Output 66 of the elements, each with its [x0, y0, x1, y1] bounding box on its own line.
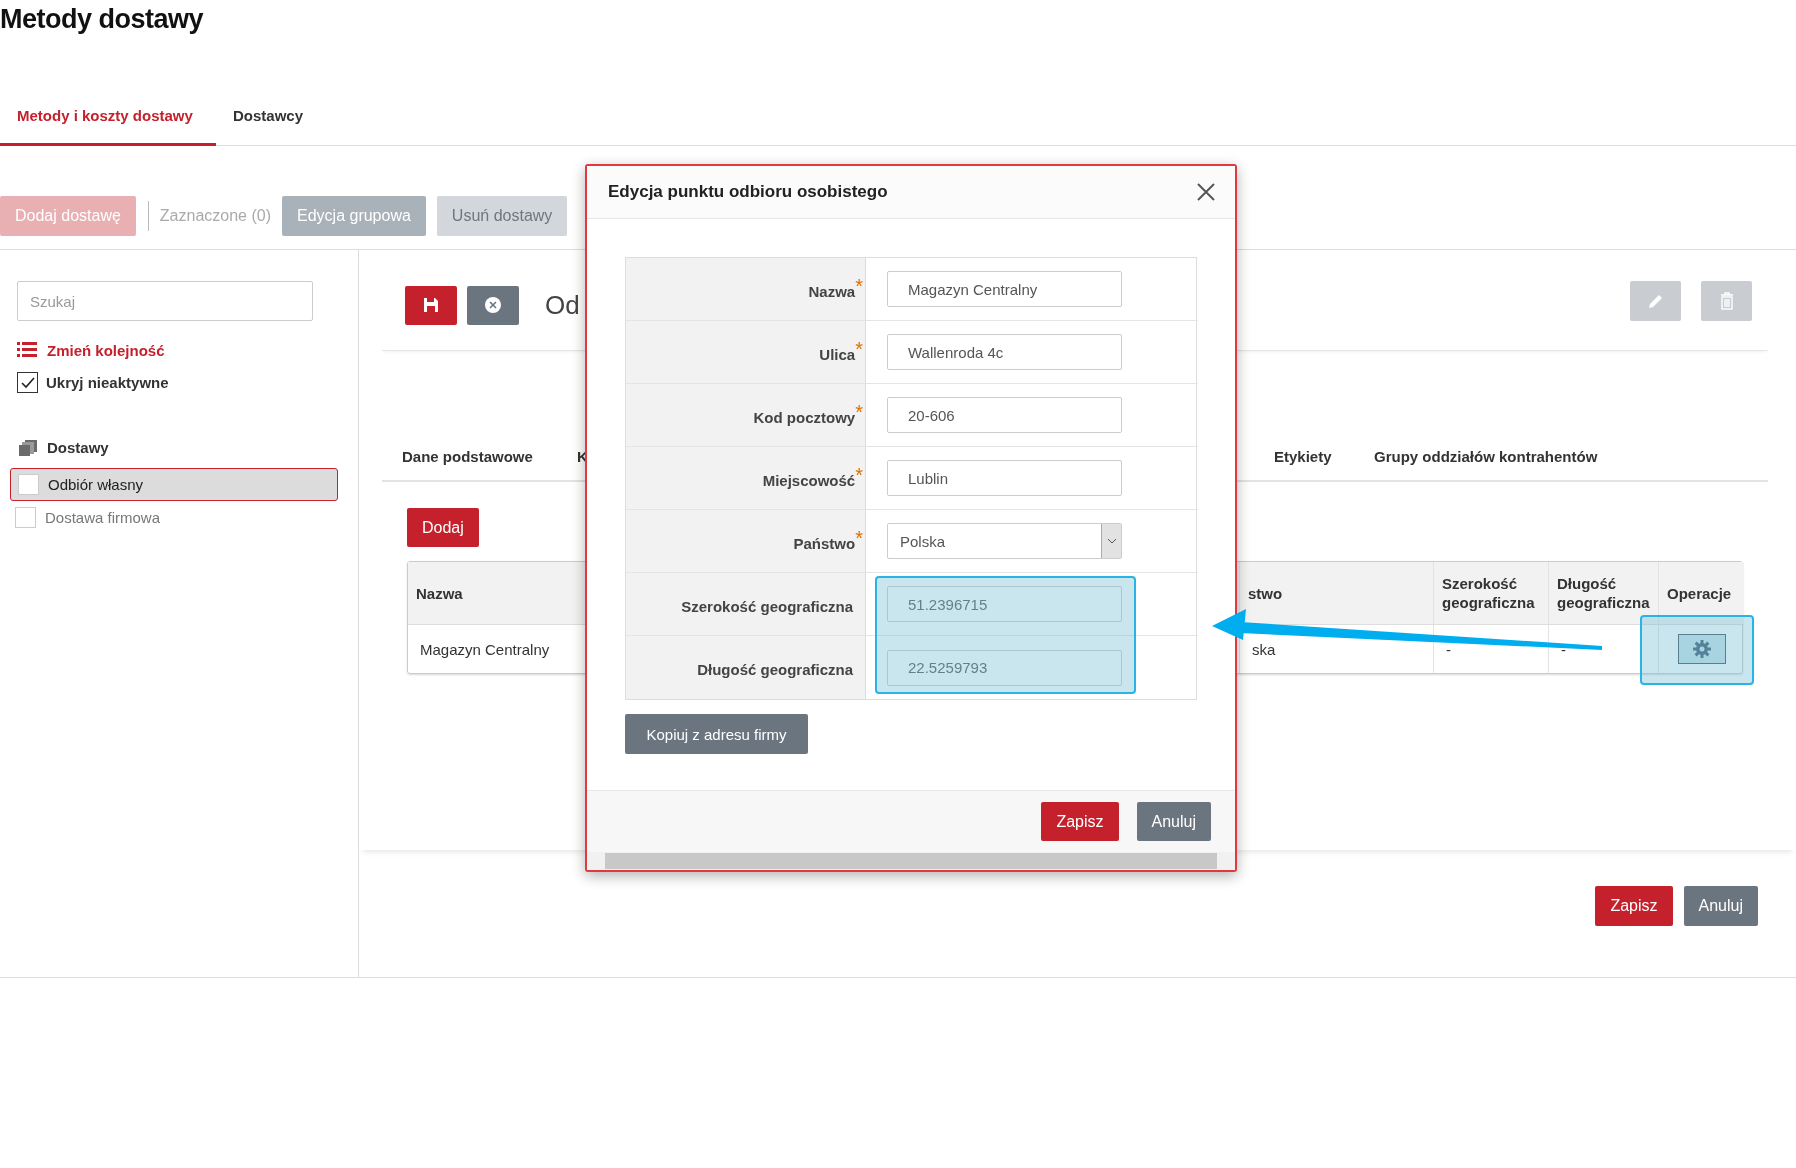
list-item[interactable]: Odbiór własny — [10, 468, 338, 501]
cancel-button[interactable]: Anuluj — [1136, 802, 1211, 841]
input-field[interactable]: Magazyn Centralny — [887, 271, 1122, 307]
checkbox-label: Ukryj nieaktywne — [46, 374, 169, 391]
required-mark: * — [855, 400, 863, 424]
scrollbar[interactable] — [587, 852, 1235, 870]
chevron-icon — [1106, 538, 1117, 544]
trash-icon — [1719, 292, 1734, 310]
check-icon — [19, 375, 36, 390]
floppy-icon — [424, 298, 438, 312]
boxes-icon — [19, 439, 37, 456]
table-cell: Magazyn Centralny — [420, 640, 550, 658]
list-item[interactable]: Dostawa firmowa — [10, 501, 338, 534]
field-label: Nazwa — [808, 282, 856, 300]
input-field[interactable]: Wallenroda 4c — [887, 334, 1122, 370]
field-label: Kod pocztowy — [753, 408, 856, 426]
field-label: Szerokość geograficzna — [681, 597, 853, 615]
table-cell: - — [1561, 640, 1566, 658]
list-icon — [17, 341, 37, 359]
save-button[interactable]: Zapisz — [1595, 886, 1673, 926]
pencil-icon — [1647, 293, 1664, 309]
required-mark: * — [855, 274, 863, 298]
column-header: Szerokość geograficzna — [1442, 574, 1536, 612]
page-title: Metody dostawy — [0, 3, 205, 34]
checkbox[interactable] — [17, 372, 38, 393]
required-mark: * — [855, 337, 863, 361]
content-title: Od — [545, 289, 580, 321]
field-label: Państwo — [793, 534, 856, 552]
table-cell: - — [1446, 640, 1451, 658]
required-mark: * — [855, 526, 863, 550]
gear-icon — [1692, 640, 1711, 658]
input-field[interactable]: 51.2396715 — [887, 586, 1122, 622]
required-mark: * — [855, 463, 863, 487]
field-label: Długość geograficzna — [697, 661, 853, 678]
column-header: stwo — [1248, 583, 1283, 603]
tab[interactable]: Metody i koszty dostawy — [0, 97, 216, 146]
country-dropdown[interactable]: Polska — [887, 523, 1122, 559]
field-label: Miejscowość — [762, 471, 856, 489]
copy-button[interactable]: Kopiuj z adresu firmy — [625, 714, 808, 754]
add-button[interactable]: Dodaj — [407, 508, 479, 547]
edit-button[interactable] — [1630, 281, 1681, 321]
input-field[interactable]: 20-606 — [887, 397, 1122, 433]
tab[interactable]: Etykiety — [1274, 448, 1332, 474]
tab[interactable]: Dane podstawowe — [402, 448, 533, 474]
table-cell: ska — [1252, 640, 1276, 658]
cancel-button[interactable]: Anuluj — [1683, 886, 1758, 926]
input-field[interactable]: Lublin — [887, 460, 1122, 496]
section-title: Dostawy — [47, 439, 109, 456]
field-label: Ulica — [819, 345, 856, 363]
close-button[interactable] — [1197, 183, 1215, 201]
save-button[interactable] — [405, 285, 457, 325]
tab[interactable]: Dostawcy — [216, 97, 323, 146]
tab[interactable]: Grupy oddziałów kontrahentów — [1374, 448, 1598, 474]
input-field[interactable]: 22.5259793 — [887, 649, 1122, 686]
dialog-title: Edycja punktu odbioru osobistego — [608, 182, 888, 202]
reorder-link[interactable]: Zmień kolejność — [47, 341, 165, 359]
settings-button[interactable] — [1677, 634, 1726, 664]
selected-count: Zaznaczone (0) — [159, 207, 271, 225]
cancel-button[interactable] — [467, 285, 519, 325]
column-header: Operacje — [1667, 583, 1732, 603]
search-field[interactable]: Szukaj — [17, 281, 313, 321]
column-header: Nazwa — [416, 583, 463, 603]
save-button[interactable]: Zapisz — [1041, 802, 1119, 841]
close-icon — [485, 297, 501, 313]
close-icon — [1197, 183, 1215, 201]
column-header: Długość geograficzna — [1557, 574, 1650, 612]
